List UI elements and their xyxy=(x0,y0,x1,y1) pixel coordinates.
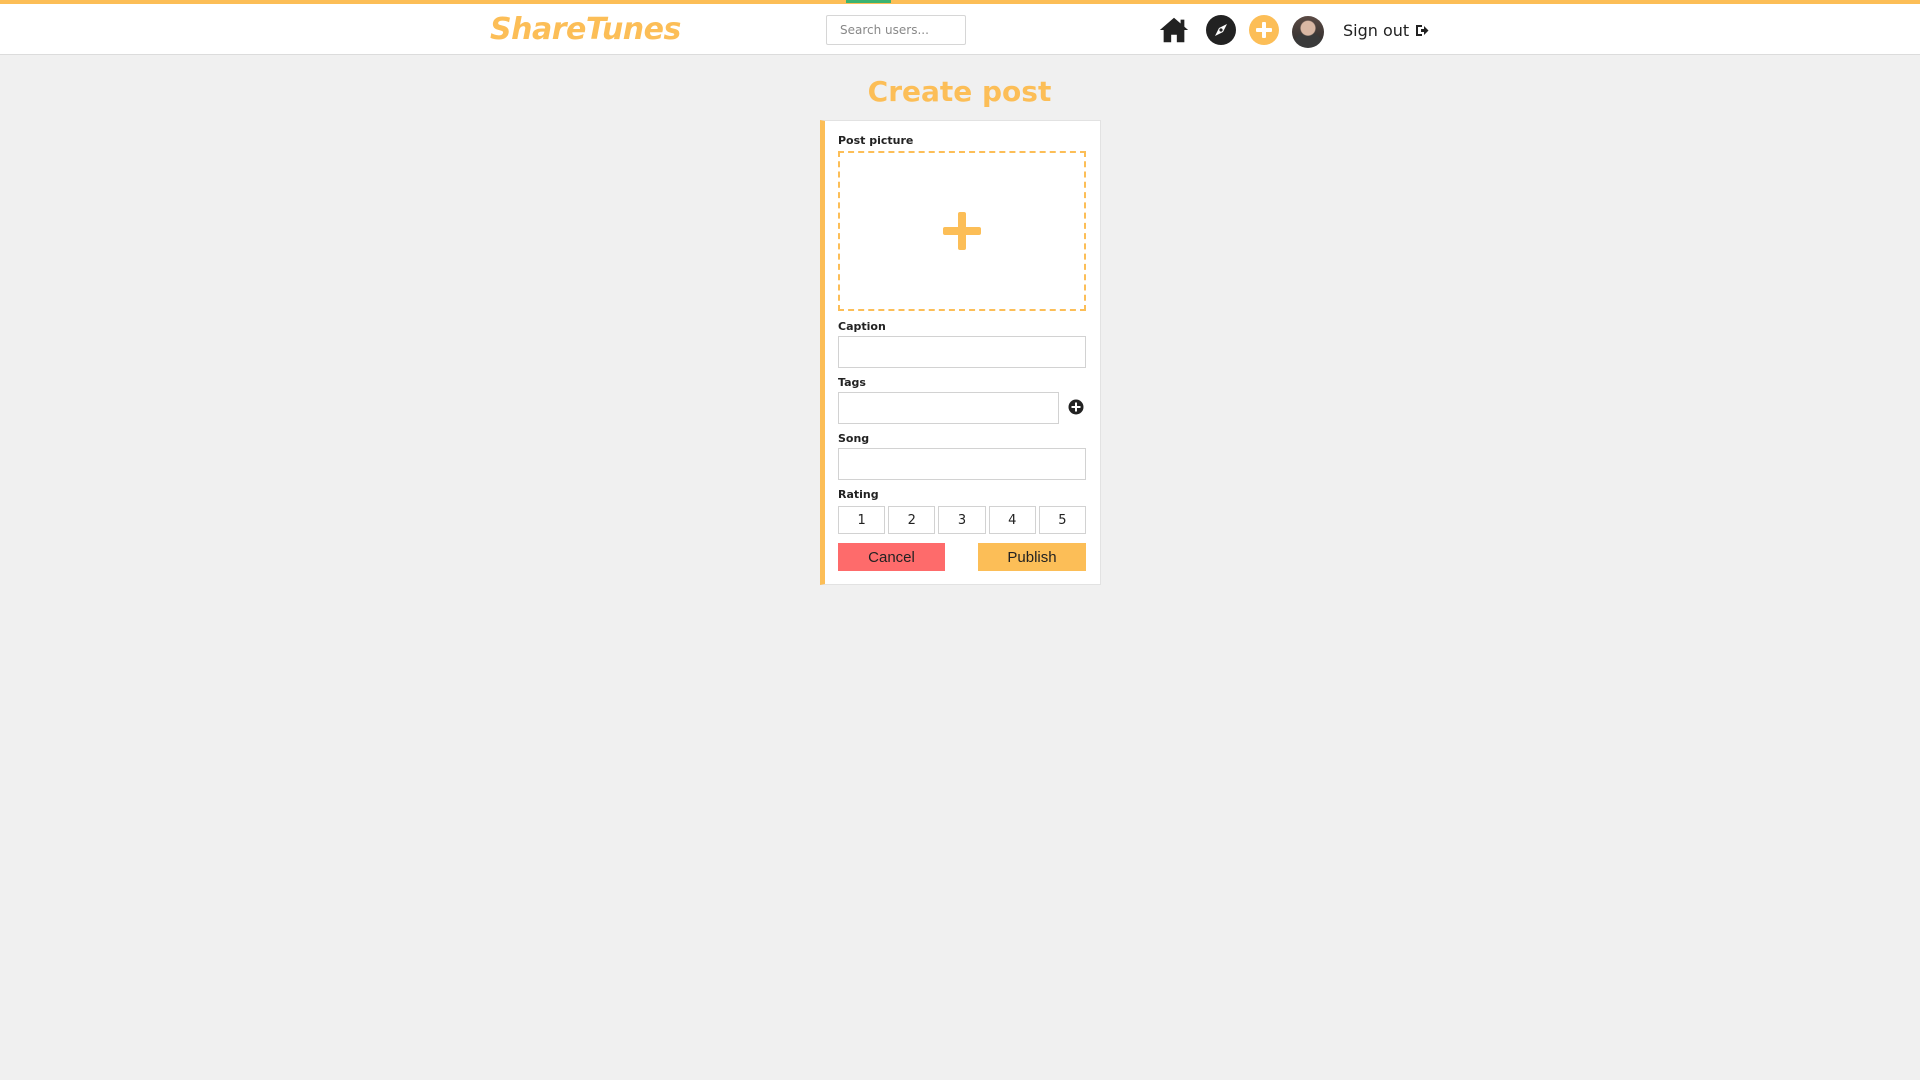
add-tag-button[interactable] xyxy=(1068,399,1084,415)
rating-options: 1 2 3 4 5 xyxy=(838,506,1087,534)
home-icon[interactable] xyxy=(1158,14,1190,46)
loading-indicator xyxy=(846,0,891,3)
publish-button[interactable]: Publish xyxy=(978,543,1086,571)
song-input[interactable] xyxy=(838,448,1086,480)
explore-compass-icon[interactable] xyxy=(1205,14,1237,46)
post-picture-label: Post picture xyxy=(838,134,914,147)
plus-circle-icon xyxy=(1068,399,1084,415)
rating-option-2[interactable]: 2 xyxy=(888,506,936,534)
cancel-button[interactable]: Cancel xyxy=(838,543,945,571)
post-picture-upload[interactable] xyxy=(838,151,1086,311)
sign-out-label: Sign out xyxy=(1343,21,1410,40)
tags-label: Tags xyxy=(838,376,866,389)
caption-label: Caption xyxy=(838,320,886,333)
caption-input[interactable] xyxy=(838,336,1086,368)
sign-out-button[interactable]: Sign out xyxy=(1343,21,1429,40)
rating-label: Rating xyxy=(838,488,879,501)
rating-option-5[interactable]: 5 xyxy=(1038,506,1087,534)
app-logo[interactable]: ShareTunes xyxy=(490,12,681,47)
page-title: Create post xyxy=(867,75,1052,108)
create-post-form: Post picture Caption Tags Song Rating 1 … xyxy=(820,120,1101,585)
song-label: Song xyxy=(838,432,870,445)
plus-icon xyxy=(943,212,981,250)
rating-option-4[interactable]: 4 xyxy=(988,506,1036,534)
user-avatar[interactable] xyxy=(1292,16,1324,48)
navbar: ShareTunes Sign out xyxy=(0,4,1920,55)
search-users-input[interactable] xyxy=(826,15,966,45)
sign-out-icon xyxy=(1416,25,1429,36)
tags-input[interactable] xyxy=(838,392,1059,424)
create-post-icon[interactable] xyxy=(1248,14,1280,46)
rating-option-1[interactable]: 1 xyxy=(838,506,886,534)
rating-option-3[interactable]: 3 xyxy=(938,506,986,534)
